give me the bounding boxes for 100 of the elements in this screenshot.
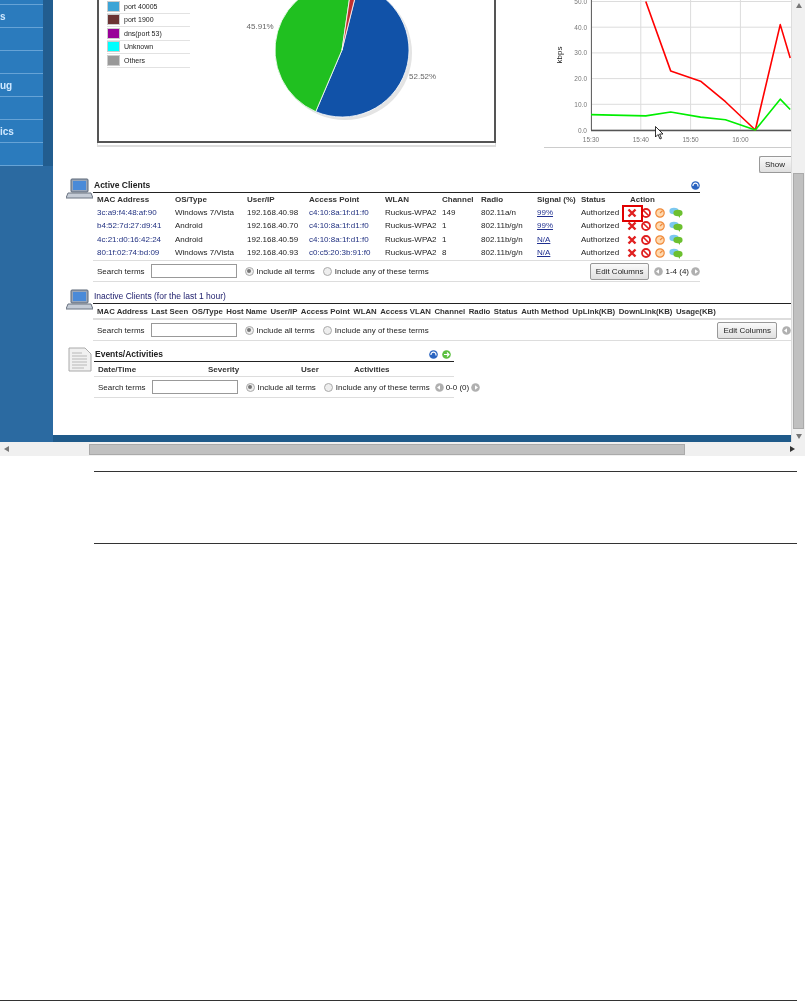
sidebar-item[interactable]: ics [0, 120, 43, 143]
search-label: Search terms [97, 325, 145, 335]
table-cell-text: 802.11a/n [480, 206, 517, 219]
pager-text: 1-4 (4) [665, 266, 689, 276]
table-cell-text: Ruckus-WPA2 [384, 220, 438, 232]
radio-button[interactable] [323, 382, 333, 392]
export-icon[interactable] [442, 349, 451, 359]
scrollbar-thumb[interactable] [89, 443, 685, 455]
column-header: Activities [353, 363, 391, 376]
table-cell-text: 3c:a9:f4:48:af:90 [96, 206, 158, 219]
table-cell-text: 192.168.40.93 [246, 247, 300, 259]
delete-icon[interactable] [627, 207, 637, 218]
radio-button[interactable] [244, 266, 254, 276]
delete-icon[interactable] [627, 248, 637, 259]
table-cell-text: Authorized [580, 233, 621, 246]
scrollbar-thumb[interactable] [793, 173, 804, 429]
chat-icon[interactable] [669, 207, 683, 219]
section-title: Inactive Clients (for the last 1 hour) [94, 291, 226, 301]
laptop-icon [66, 178, 93, 200]
next-page-icon[interactable] [471, 382, 481, 392]
speed-icon[interactable] [655, 248, 665, 259]
search-field[interactable] [151, 380, 238, 394]
mouse-cursor-icon [655, 126, 664, 140]
column-header: Access Point [308, 194, 361, 206]
table-cell-text: Ruckus-WPA2 [384, 247, 438, 259]
signal-link[interactable]: 99% [537, 207, 553, 217]
vertical-scrollbar[interactable] [791, 0, 805, 442]
radio-label: Include all terms [257, 382, 316, 392]
speed-icon[interactable] [655, 234, 665, 245]
edit-columns-button[interactable]: Edit Columns [589, 262, 650, 280]
table-cell-text: Authorized [580, 247, 621, 259]
table-cell-text: 80:1f:02:74:bd:09 [96, 247, 161, 259]
delete-icon[interactable] [627, 234, 637, 245]
column-header: Action [629, 194, 656, 206]
column-header: User [300, 363, 320, 376]
table-cell-text: 8 [441, 247, 448, 259]
chat-icon[interactable] [669, 234, 683, 246]
previous-page-icon[interactable] [654, 266, 664, 276]
slice-label: 52.52% [409, 72, 437, 82]
column-header: Date/Time [97, 363, 138, 376]
radio-label: Include all terms [256, 325, 315, 335]
table-cell-text: Ruckus-WPA2 [384, 233, 438, 246]
table-cell-text: 802.11b/g/n [480, 233, 524, 246]
scroll-left-icon[interactable] [4, 446, 9, 452]
chat-icon[interactable] [669, 220, 683, 232]
radio-button[interactable] [322, 266, 332, 276]
previous-page-icon[interactable] [434, 382, 444, 392]
table-cell-text: 192.168.40.59 [246, 233, 300, 246]
column-header: Status [580, 194, 607, 206]
edit-columns-button[interactable]: Edit Columns [717, 321, 777, 339]
search-field[interactable] [150, 264, 237, 278]
table-cell-text: Ruckus-WPA2 [384, 206, 438, 219]
sidebar-item[interactable]: ug [0, 74, 43, 97]
table-cell-text: Authorized [580, 220, 621, 232]
sidebar-item[interactable]: s [0, 5, 43, 28]
refresh-icon[interactable] [691, 180, 700, 190]
chat-icon[interactable] [669, 247, 683, 259]
table-cell-text: 4c:21:d0:16:42:24 [96, 233, 163, 246]
table-cell-text: Authorized [580, 206, 621, 219]
radio-button[interactable] [322, 325, 332, 335]
table-cell-text: 192.168.40.98 [246, 206, 300, 219]
signal-link[interactable]: N/A [537, 248, 551, 257]
signal-link[interactable]: 99% [537, 221, 553, 230]
radio-button[interactable] [245, 382, 255, 392]
scroll-up-icon[interactable] [795, 3, 802, 8]
block-icon[interactable] [641, 234, 651, 245]
next-page-icon[interactable] [691, 266, 700, 276]
block-icon[interactable] [641, 207, 651, 218]
table-cell-text: 192.168.40.70 [246, 220, 300, 232]
column-header: WLAN [384, 194, 410, 206]
table-cell-text: 802.11b/g/n [480, 220, 524, 232]
column-header: Severity [207, 363, 241, 376]
previous-page-icon[interactable] [782, 325, 791, 335]
block-icon[interactable] [641, 248, 651, 259]
radio-button[interactable] [244, 325, 254, 335]
search-label: Search terms [98, 382, 146, 392]
table-cell-text: Android [174, 220, 204, 232]
column-header: Radio [480, 194, 505, 206]
table-cell-text: c4:10:8a:1f:d1:f0 [308, 206, 370, 219]
scroll-right-icon[interactable] [790, 446, 795, 452]
delete-icon[interactable] [627, 221, 637, 232]
table-cell-text: Windows 7/Vista [174, 206, 235, 219]
scroll-down-icon[interactable] [795, 434, 802, 439]
speed-icon[interactable] [655, 207, 665, 218]
refresh-icon[interactable] [429, 349, 438, 359]
section-title: Events/Activities [95, 349, 164, 359]
block-icon[interactable] [641, 221, 651, 232]
horizontal-scrollbar[interactable] [0, 442, 805, 456]
table-cell-text: 1 [441, 233, 448, 246]
document-icon [68, 347, 92, 372]
table-cell-text: c4:10:8a:1f:d1:f0 [308, 233, 370, 246]
search-field[interactable] [150, 323, 237, 337]
speed-icon[interactable] [655, 221, 665, 232]
table-cell-text: c0:c5:20:3b:91:f0 [308, 247, 372, 259]
y-axis-label: kbps [555, 46, 564, 64]
table-cell-text: 802.11b/g/n [480, 247, 524, 259]
signal-link[interactable]: N/A [537, 234, 551, 244]
radio-label: Include any of these terms [334, 325, 429, 335]
show-button[interactable]: Show [759, 155, 791, 173]
table-cell-text: b4:52:7d:27:d9:41 [96, 220, 163, 232]
